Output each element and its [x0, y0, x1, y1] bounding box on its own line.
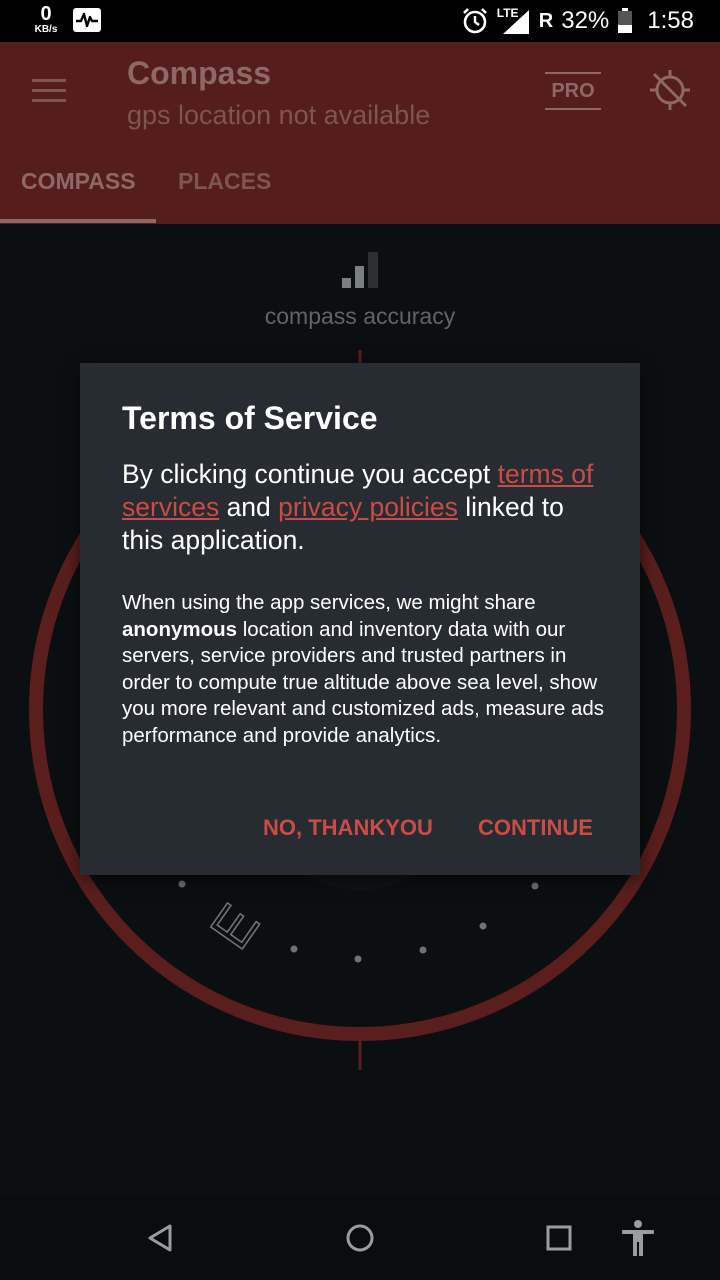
dialog-actions: NO, THANKYOU CONTINUE	[80, 813, 640, 843]
network-speed-unit: KB/s	[34, 24, 58, 35]
home-icon[interactable]	[340, 1218, 380, 1258]
status-icons: LTE R 32% 1:58	[461, 6, 694, 36]
dialog-title: Terms of Service	[122, 400, 378, 436]
continue-button[interactable]: CONTINUE	[478, 815, 593, 841]
menu-icon[interactable]	[30, 78, 68, 104]
terms-dialog: Terms of Service By clicking continue yo…	[80, 363, 640, 875]
tab-compass[interactable]: COMPASS	[21, 168, 136, 195]
battery-percent: 32%	[561, 7, 610, 34]
lead-prefix: By clicking continue you accept	[122, 459, 498, 489]
back-icon[interactable]	[140, 1218, 180, 1258]
lte-signal-icon: LTE	[497, 6, 531, 36]
dialog-lead-text: By clicking continue you accept terms of…	[122, 458, 604, 557]
decline-button[interactable]: NO, THANKYOU	[263, 815, 433, 841]
lead-middle: and	[219, 492, 279, 522]
alarm-icon	[462, 8, 487, 34]
tab-places[interactable]: PLACES	[178, 168, 271, 195]
east-letter: E	[198, 893, 271, 960]
network-speed: 0 KB/s	[28, 4, 64, 35]
compass-accuracy-label: compass accuracy	[264, 303, 456, 329]
gps-off-icon[interactable]	[648, 68, 692, 112]
accessibility-icon[interactable]	[618, 1218, 658, 1258]
active-tab-indicator	[0, 219, 156, 223]
privacy-link[interactable]: privacy policies	[278, 492, 458, 522]
recents-icon[interactable]	[539, 1218, 579, 1258]
roaming-indicator: R	[538, 9, 554, 32]
gps-status: gps location not available	[127, 100, 431, 130]
battery-icon	[618, 8, 633, 33]
clock: 1:58	[647, 7, 694, 34]
dialog-body-text: When using the app services, we might sh…	[122, 590, 604, 749]
status-bar: 0 KB/s LTE R 32% 1:58	[0, 0, 720, 42]
accuracy-signal-icon	[342, 252, 378, 288]
activity-monitor-icon	[73, 8, 101, 32]
network-speed-value: 0	[40, 3, 52, 25]
screen: 0 KB/s LTE R 32% 1:58 Compass gps locati…	[0, 0, 720, 1280]
body-bold: anonymous	[122, 617, 238, 641]
pro-button[interactable]: PRO	[545, 72, 601, 110]
navigation-bar	[0, 1196, 720, 1280]
app-bar	[0, 42, 720, 224]
app-title: Compass	[127, 55, 272, 91]
body-prefix: When using the app services, we might sh…	[122, 591, 536, 614]
